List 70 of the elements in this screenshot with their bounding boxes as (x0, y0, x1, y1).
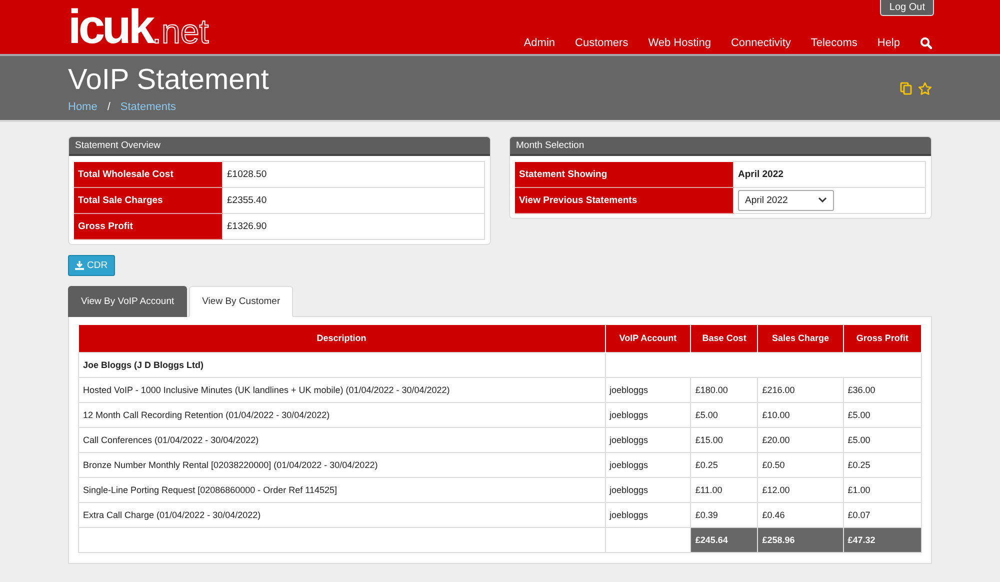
table-cell: joebloggs (605, 402, 691, 427)
table-cell: £0.50 (758, 452, 844, 477)
table-cell: £5.00 (843, 427, 922, 452)
total-cell: £245.64 (690, 527, 758, 552)
table-cell: joebloggs (605, 502, 691, 527)
column-header: Gross Profit (843, 324, 922, 352)
nav-link[interactable]: Connectivity (730, 37, 791, 49)
star-icon[interactable] (918, 82, 932, 94)
column-header: Sales Charge (758, 324, 844, 352)
row-value: £1326.90 (222, 213, 484, 239)
search-icon[interactable] (920, 37, 932, 49)
row-value: £2355.40 (222, 187, 484, 213)
tab[interactable]: View By VoIP Account (68, 286, 188, 316)
table-cell: £10.00 (758, 402, 844, 427)
total-cell: £258.96 (758, 527, 844, 552)
site-logo[interactable]: icuk.net (68, 4, 209, 56)
nav-link[interactable]: Web Hosting (648, 37, 711, 49)
row-label: Total Wholesale Cost (74, 162, 222, 187)
column-header: VoIP Account (605, 324, 691, 352)
table-cell: 12 Month Call Recording Retention (01/04/2022 - 30/04/2022) (78, 402, 605, 427)
nav-link[interactable]: Customers (575, 37, 628, 49)
table-cell: £12.00 (758, 477, 844, 502)
table-cell: £20.00 (758, 427, 844, 452)
customer-name: Joe Bloggs (J D Bloggs Ltd) (78, 352, 605, 377)
table-cell: £216.00 (758, 377, 844, 402)
table-cell: joebloggs (605, 377, 691, 402)
row-label: View Previous Statements (515, 187, 734, 213)
nav-link[interactable]: Admin (524, 37, 556, 49)
table-cell: joebloggs (605, 477, 691, 502)
breadcrumb-link[interactable]: Home (68, 101, 98, 113)
column-header: Description (78, 324, 605, 352)
copy-icon[interactable] (900, 82, 912, 94)
row-label: Statement Showing (515, 162, 734, 187)
tab[interactable]: View By Customer (189, 286, 294, 316)
table-cell: £15.00 (690, 427, 758, 452)
table-cell: £0.07 (843, 502, 922, 527)
page-title: VoIP Statement (68, 63, 269, 97)
download-icon (75, 260, 84, 270)
row-value: April 2022 (734, 162, 926, 187)
table-cell: £0.25 (843, 452, 922, 477)
table-cell: joebloggs (605, 452, 691, 477)
panel-heading: Month Selection (510, 137, 931, 156)
total-cell: £47.32 (843, 527, 922, 552)
table-cell: £36.00 (843, 377, 922, 402)
table-cell: £180.00 (690, 377, 758, 402)
table-cell: £0.46 (758, 502, 844, 527)
table-cell: Hosted VoIP - 1000 Inclusive Minutes (UK landlines + UK mobile) (01/04/2022 - 30/04/2022) (78, 377, 605, 402)
breadcrumb-separator: / (107, 101, 110, 113)
column-header: Base Cost (690, 324, 758, 352)
table-cell: £0.39 (690, 502, 758, 527)
table-cell: £0.25 (690, 452, 758, 477)
logout-button[interactable]: Log Out (880, 0, 934, 16)
row-value: £1028.50 (222, 162, 484, 187)
table-cell: £1.00 (843, 477, 922, 502)
table-cell: £5.00 (690, 402, 758, 427)
row-label: Total Sale Charges (74, 187, 222, 213)
nav-link[interactable]: Help (877, 37, 900, 49)
caret-icon (818, 197, 827, 203)
row-label: Gross Profit (74, 213, 222, 239)
nav-link[interactable]: Telecoms (810, 37, 858, 49)
table-cell: Bronze Number Monthly Rental [02038220000] (01/04/2022 - 30/04/2022) (78, 452, 605, 477)
breadcrumb-link[interactable]: Statements (120, 101, 176, 113)
table-cell: £5.00 (843, 402, 922, 427)
table-cell: Call Conferences (01/04/2022 - 30/04/2022) (78, 427, 605, 452)
table-cell: joebloggs (605, 427, 691, 452)
month-dropdown[interactable]: April 2022 (738, 190, 834, 210)
table-cell: Single-Line Porting Request [02086860000 - Order Ref 114525] (78, 477, 605, 502)
table-cell: Extra Call Charge (01/04/2022 - 30/04/2022) (78, 502, 605, 527)
table-cell: £11.00 (690, 477, 758, 502)
panel-heading: Statement Overview (69, 137, 490, 156)
